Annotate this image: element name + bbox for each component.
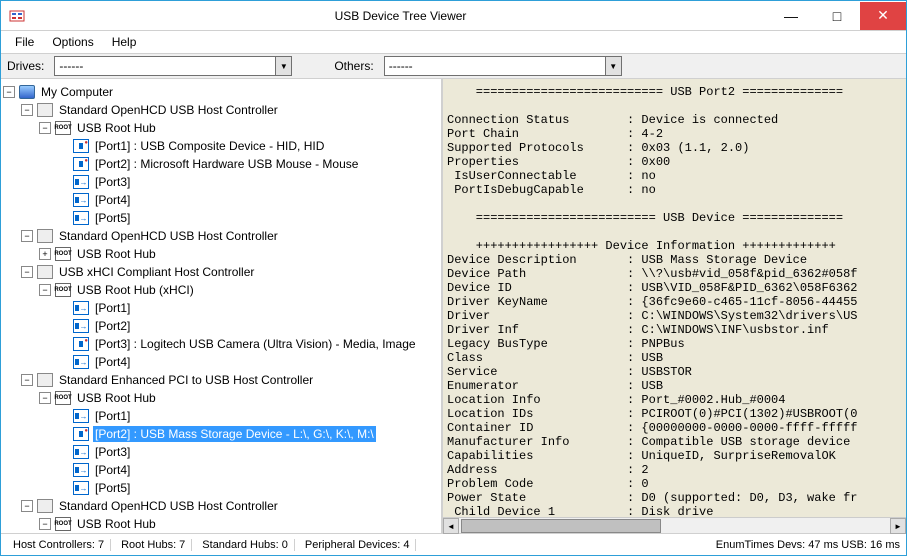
status-standard-hubs: Standard Hubs: 0 bbox=[196, 539, 295, 551]
toolbar: Drives: ------ ▼ Others: ------ ▼ bbox=[1, 53, 906, 79]
roothub-icon bbox=[55, 247, 71, 261]
port-icon bbox=[73, 175, 89, 189]
status-root-hubs: Root Hubs: 7 bbox=[115, 539, 192, 551]
chevron-down-icon[interactable]: ▼ bbox=[605, 57, 621, 75]
tree-node-roothub[interactable]: −USB Root Hub bbox=[39, 389, 439, 407]
roothub-icon bbox=[55, 121, 71, 135]
controller-icon bbox=[37, 373, 53, 387]
computer-icon bbox=[19, 85, 35, 99]
status-enum-times: EnumTimes Devs: 47 ms USB: 16 ms bbox=[716, 539, 900, 551]
scroll-left-icon[interactable]: ◄ bbox=[443, 518, 459, 534]
controller-icon bbox=[37, 499, 53, 513]
tree-node-roothub[interactable]: −USB Root Hub (xHCI) bbox=[39, 281, 439, 299]
tree-node-controller[interactable]: −Standard OpenHCD USB Host Controller bbox=[21, 497, 439, 515]
port-icon bbox=[73, 211, 89, 225]
drives-combo[interactable]: ------ ▼ bbox=[54, 56, 292, 76]
menu-options[interactable]: Options bbox=[44, 33, 101, 51]
status-bar: Host Controllers: 7 Root Hubs: 7 Standar… bbox=[1, 533, 906, 555]
port-icon bbox=[73, 193, 89, 207]
drives-value: ------ bbox=[55, 59, 275, 73]
tree-node-port[interactable]: [Port3] bbox=[57, 173, 439, 191]
app-icon bbox=[9, 8, 25, 24]
tree-node-port[interactable]: [Port5] bbox=[57, 479, 439, 497]
port-icon bbox=[73, 355, 89, 369]
port-device-icon bbox=[73, 427, 89, 441]
tree-node-computer[interactable]: −My Computer bbox=[3, 83, 439, 101]
tree-node-roothub[interactable]: +USB Root Hub bbox=[39, 245, 439, 263]
port-icon bbox=[73, 409, 89, 423]
roothub-icon bbox=[55, 391, 71, 405]
tree-node-port[interactable]: [Port4] bbox=[57, 353, 439, 371]
scroll-right-icon[interactable]: ► bbox=[890, 518, 906, 534]
status-host-controllers: Host Controllers: 7 bbox=[7, 539, 111, 551]
tree-node-port-selected[interactable]: [Port2] : USB Mass Storage Device - L:\,… bbox=[57, 425, 439, 443]
others-value: ------ bbox=[385, 59, 605, 73]
tree-node-controller[interactable]: −Standard Enhanced PCI to USB Host Contr… bbox=[21, 371, 439, 389]
device-tree[interactable]: −My Computer −Standard OpenHCD USB Host … bbox=[1, 79, 443, 533]
tree-node-port[interactable]: [Port1] bbox=[57, 407, 439, 425]
port-device-icon bbox=[73, 139, 89, 153]
tree-node-controller[interactable]: −Standard OpenHCD USB Host Controller bbox=[21, 227, 439, 245]
chevron-down-icon[interactable]: ▼ bbox=[275, 57, 291, 75]
tree-node-port[interactable]: [Port5] bbox=[57, 209, 439, 227]
tree-node-port[interactable]: [Port4] bbox=[57, 191, 439, 209]
tree-node-roothub[interactable]: −USB Root Hub bbox=[39, 515, 439, 533]
minimize-button[interactable]: — bbox=[768, 2, 814, 30]
tree-node-port[interactable]: [Port2] bbox=[57, 317, 439, 335]
drives-label: Drives: bbox=[7, 59, 44, 73]
port-device-icon bbox=[73, 337, 89, 351]
tree-node-controller[interactable]: −Standard OpenHCD USB Host Controller bbox=[21, 101, 439, 119]
controller-icon bbox=[37, 103, 53, 117]
port-icon bbox=[73, 445, 89, 459]
horizontal-scrollbar[interactable]: ◄ ► bbox=[443, 517, 906, 533]
tree-node-port[interactable]: [Port1] bbox=[57, 299, 439, 317]
title-bar: USB Device Tree Viewer — □ ✕ bbox=[1, 1, 906, 31]
others-combo[interactable]: ------ ▼ bbox=[384, 56, 622, 76]
tree-node-roothub[interactable]: −USB Root Hub bbox=[39, 119, 439, 137]
port-icon bbox=[73, 481, 89, 495]
menu-file[interactable]: File bbox=[7, 33, 42, 51]
roothub-icon bbox=[55, 283, 71, 297]
others-label: Others: bbox=[334, 59, 373, 73]
tree-node-port[interactable]: [Port4] bbox=[57, 461, 439, 479]
close-button[interactable]: ✕ bbox=[860, 2, 906, 30]
tree-node-port[interactable]: [Port1] : USB Composite Device - HID, HI… bbox=[57, 137, 439, 155]
controller-icon bbox=[37, 265, 53, 279]
port-device-icon bbox=[73, 157, 89, 171]
port-icon bbox=[73, 463, 89, 477]
port-icon bbox=[73, 301, 89, 315]
tree-node-controller[interactable]: −USB xHCI Compliant Host Controller bbox=[21, 263, 439, 281]
window-title: USB Device Tree Viewer bbox=[33, 9, 768, 23]
menu-help[interactable]: Help bbox=[104, 33, 145, 51]
tree-node-port[interactable]: [Port3] : Logitech USB Camera (Ultra Vis… bbox=[57, 335, 439, 353]
menu-bar: File Options Help bbox=[1, 31, 906, 53]
tree-node-port[interactable]: [Port2] : Microsoft Hardware USB Mouse -… bbox=[57, 155, 439, 173]
tree-node-port[interactable]: [Port3] bbox=[57, 443, 439, 461]
roothub-icon bbox=[55, 517, 71, 531]
status-peripheral-devices: Peripheral Devices: 4 bbox=[299, 539, 417, 551]
maximize-button[interactable]: □ bbox=[814, 2, 860, 30]
detail-pane[interactable]: ========================== USB Port2 ===… bbox=[443, 79, 906, 517]
controller-icon bbox=[37, 229, 53, 243]
port-icon bbox=[73, 319, 89, 333]
